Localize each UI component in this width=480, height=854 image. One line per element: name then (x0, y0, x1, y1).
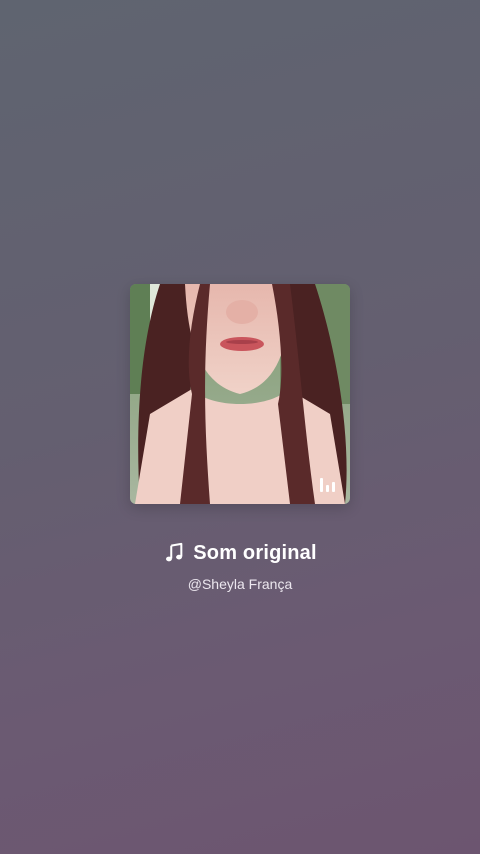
sound-page: Som original @Sheyla França (0, 0, 480, 854)
sound-cover-thumbnail[interactable] (130, 284, 350, 504)
sound-title-row: Som original (0, 538, 480, 568)
sound-title: Som original (193, 541, 317, 564)
music-note-icon (166, 542, 183, 562)
equalizer-bars-icon (318, 476, 338, 492)
sound-author-link[interactable]: @Sheyla França (0, 576, 480, 592)
cover-photo (130, 284, 350, 504)
